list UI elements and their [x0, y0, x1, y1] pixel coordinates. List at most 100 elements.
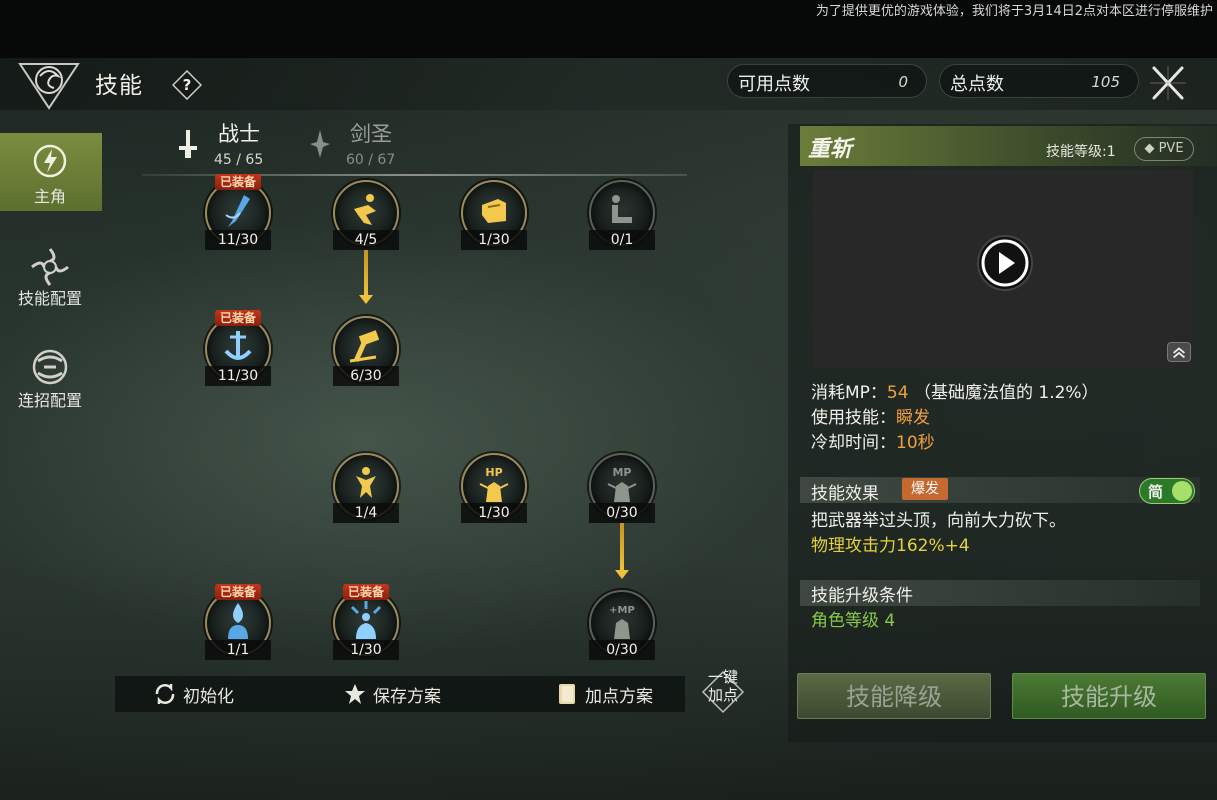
skill-node[interactable]: 4/5 [333, 180, 399, 254]
skill-node[interactable]: +MP 0/30 [589, 590, 655, 664]
skill-node[interactable]: MP 0/30 [589, 453, 655, 527]
page-title: 技能 [95, 73, 143, 99]
sword-master-emblem-icon [310, 130, 330, 158]
close-icon[interactable] [1148, 64, 1188, 102]
effect-description: 把武器举过头顶，向前大力砍下。 [811, 511, 1066, 531]
nav-item-hero[interactable]: 主角 [0, 133, 102, 211]
skill-node[interactable]: 已装备 1/1 [205, 584, 271, 664]
tab-warrior-points: 45 / 65 [214, 152, 264, 168]
pve-label: PVE [1158, 141, 1184, 156]
nav-label-hero: 主角 [33, 187, 66, 206]
tab-sword-master-points: 60 / 67 [346, 152, 396, 168]
skill-level: 0/1 [589, 230, 655, 250]
skill-name: 重斩 [808, 137, 853, 162]
skill-node[interactable]: 已装备 1/30 [333, 584, 399, 664]
star-icon [345, 684, 365, 704]
skill-prereq-arrow [359, 250, 373, 304]
kick-icon [612, 195, 632, 223]
pve-mode-toggle[interactable]: ◆ PVE [1134, 137, 1194, 161]
skill-level: 1/1 [205, 640, 271, 660]
skill-level: 6/30 [333, 366, 399, 386]
total-points-pill: 总点数 105 [939, 64, 1139, 98]
shuriken-icon [31, 248, 69, 286]
warrior-sword-icon [179, 130, 197, 158]
mp-cost-value: 54 [886, 383, 909, 403]
skill-node[interactable]: 已装备 11/30 [205, 310, 271, 390]
mp-cost-note: （基础魔法值的 1.2%） [913, 383, 1099, 403]
one-key-line2: 加点 [707, 686, 738, 704]
skill-level: 4/5 [333, 230, 399, 250]
load-plan-label: 加点方案 [585, 686, 653, 707]
mp-cost-line: 消耗MP：54 （基础魔法值的 1.2%） [811, 378, 1099, 403]
svg-text:MP: MP [612, 466, 631, 479]
plan-action-bar: 初始化 保存方案 加点方案 [115, 676, 685, 712]
load-plan-button[interactable]: 加点方案 [555, 676, 653, 712]
water-drop-figure-icon [228, 603, 248, 639]
mp-plus-icon: +MP [609, 605, 635, 639]
equipped-badge: 已装备 [343, 584, 389, 600]
tab-sword-master[interactable]: 剑圣 60 / 67 [308, 118, 418, 168]
skill-prereq-arrow [615, 523, 629, 579]
mp-cost-label: 消耗MP： [811, 383, 887, 403]
tab-warrior[interactable]: 战士 45 / 65 [176, 118, 286, 168]
simple-mode-label: 简 [1148, 483, 1164, 501]
simple-mode-toggle[interactable]: 简 [1139, 478, 1195, 504]
one-key-allocate-button[interactable]: 一键 加点 [697, 664, 749, 716]
jump-figure-icon [356, 467, 376, 498]
effect-stat: 物理攻击力162%+4 [811, 536, 970, 556]
nav-label-combo-config: 连招配置 [17, 391, 82, 410]
save-plan-label: 保存方案 [373, 686, 441, 707]
mp-boost-icon: MP [607, 466, 637, 502]
svg-text:HP: HP [485, 466, 502, 479]
upgrade-requirement: 角色等级 4 [811, 611, 896, 631]
hammer-smash-icon [349, 330, 380, 363]
reset-label: 初始化 [183, 686, 234, 707]
skill-node[interactable]: 1/4 [333, 453, 399, 527]
sword-slash-icon [225, 195, 250, 227]
skill-level: 1/30 [333, 640, 399, 660]
system-top-bar: 为了提供更优的游戏体验，我们将于3月14日2点对本区进行停服维护 [0, 0, 1217, 58]
nav-label-skill-config: 技能配置 [17, 289, 82, 308]
skill-downgrade-button[interactable]: 技能降级 [797, 673, 991, 719]
reset-button[interactable]: 初始化 [153, 676, 234, 712]
equipped-badge: 已装备 [215, 310, 261, 326]
skill-node[interactable]: HP 1/30 [461, 453, 527, 527]
skill-node[interactable]: 1/30 [461, 180, 527, 254]
lightning-emblem-icon [33, 144, 67, 178]
ice-burst-figure-icon [350, 601, 382, 639]
play-icon[interactable] [976, 234, 1034, 292]
skill-level: 11/30 [205, 230, 271, 250]
cast-type-label: 使用技能： [811, 408, 896, 428]
skill-level: 1/4 [333, 503, 399, 523]
refresh-icon [155, 684, 175, 704]
toggle-knob [1172, 481, 1192, 501]
dragon-crest-icon [18, 63, 80, 110]
cast-type-value: 瞬发 [896, 408, 930, 428]
nav-item-skill-config[interactable]: 技能配置 [0, 243, 102, 321]
equipped-badge: 已装备 [215, 174, 261, 190]
skill-upgrade-button[interactable]: 技能升级 [1012, 673, 1206, 719]
save-plan-button[interactable]: 保存方案 [343, 676, 441, 712]
skill-node[interactable]: 6/30 [333, 316, 399, 390]
svg-text:?: ? [183, 76, 192, 94]
nav-item-combo-config[interactable]: 连招配置 [0, 345, 102, 423]
upgrade-title: 技能升级条件 [811, 586, 913, 606]
skill-level: 11/30 [205, 366, 271, 386]
skill-node[interactable]: 已装备 11/30 [205, 174, 271, 254]
tab-warrior-name: 战士 [218, 122, 260, 146]
diamond-bullet-icon: ◆ [1144, 141, 1159, 156]
skill-level: 1/30 [461, 503, 527, 523]
svg-text:+MP: +MP [609, 605, 635, 616]
cooldown-line: 冷却时间：10秒 [811, 428, 935, 453]
available-points-label: 可用点数 [738, 74, 810, 95]
collapse-icon[interactable] [1167, 342, 1191, 362]
available-points-pill: 可用点数 0 [727, 64, 927, 98]
help-icon[interactable]: ? [172, 70, 202, 100]
cooldown-value: 10秒 [896, 433, 935, 453]
skill-level: 0/30 [589, 640, 655, 660]
total-points-label: 总点数 [950, 74, 1004, 95]
equipped-badge: 已装备 [215, 584, 261, 600]
skill-level: 1/30 [461, 230, 527, 250]
skill-level: 0/30 [589, 503, 655, 523]
skill-node[interactable]: 0/1 [589, 180, 655, 254]
